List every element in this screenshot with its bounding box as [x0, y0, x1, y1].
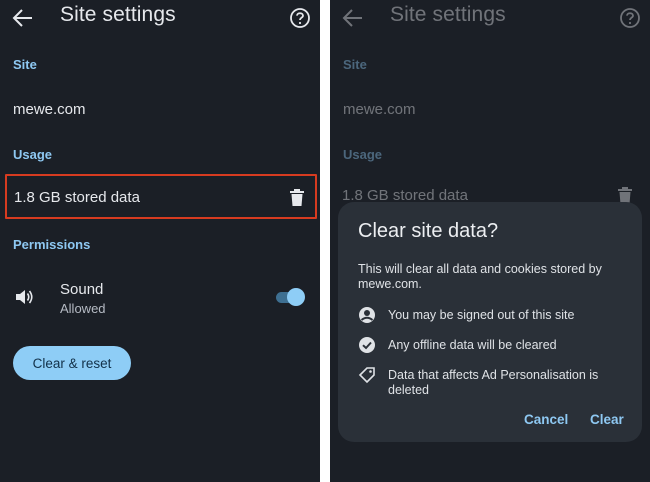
- dialog-item-text: Any offline data will be cleared: [388, 338, 557, 352]
- app-bar: Site settings: [330, 0, 650, 36]
- account-circle-icon: [358, 306, 376, 324]
- stored-data-text: 1.8 GB stored data: [14, 189, 140, 206]
- sound-permission-status: Allowed: [60, 301, 106, 316]
- sound-toggle[interactable]: [276, 288, 305, 306]
- site-domain: mewe.com: [13, 101, 86, 118]
- dialog-item-text: You may be signed out of this site: [388, 308, 575, 322]
- cancel-button[interactable]: Cancel: [524, 412, 568, 427]
- back-arrow-icon[interactable]: [12, 8, 34, 28]
- site-section-label: Site: [13, 57, 37, 72]
- usage-row: 1.8 GB stored data: [5, 174, 317, 219]
- clear-and-reset-button[interactable]: Clear & reset: [13, 346, 131, 380]
- page-title: Site settings: [60, 3, 176, 26]
- permissions-section-label: Permissions: [13, 237, 91, 252]
- check-circle-icon: [358, 336, 376, 354]
- page-title: Site settings: [390, 3, 506, 26]
- app-bar: Site settings: [0, 0, 320, 36]
- trash-icon[interactable]: [288, 188, 306, 208]
- volume-icon: [14, 288, 34, 306]
- back-arrow-icon: [342, 8, 364, 28]
- dialog-item-text: Data that affects Ad Personalisation is …: [388, 368, 599, 397]
- sound-permission-title: Sound: [60, 281, 104, 298]
- dialog-item-ad-personalisation: Data that affects Ad Personalisation is …: [358, 366, 628, 400]
- toggle-thumb: [287, 288, 305, 306]
- help-icon[interactable]: [289, 7, 311, 29]
- tag-icon: [358, 366, 376, 384]
- site-settings-screen: Site settings Site mewe.com Usage 1.8 GB…: [0, 0, 320, 482]
- clear-button[interactable]: Clear: [590, 412, 624, 427]
- help-icon: [619, 7, 641, 29]
- dialog-title: Clear site data?: [358, 220, 499, 242]
- site-domain: mewe.com: [343, 101, 416, 118]
- usage-section-label: Usage: [13, 147, 53, 162]
- clear-site-data-dialog: Clear site data? This will clear all dat…: [338, 202, 642, 442]
- clear-site-data-screen: Site settings Site mewe.com Usage 1.8 GB…: [330, 0, 650, 482]
- usage-section-label: Usage: [343, 147, 383, 162]
- dialog-description: This will clear all data and cookies sto…: [358, 262, 602, 291]
- dialog-item-offline-data: Any offline data will be cleared: [358, 336, 628, 370]
- dialog-item-signed-out: You may be signed out of this site: [358, 306, 628, 340]
- site-section-label: Site: [343, 57, 367, 72]
